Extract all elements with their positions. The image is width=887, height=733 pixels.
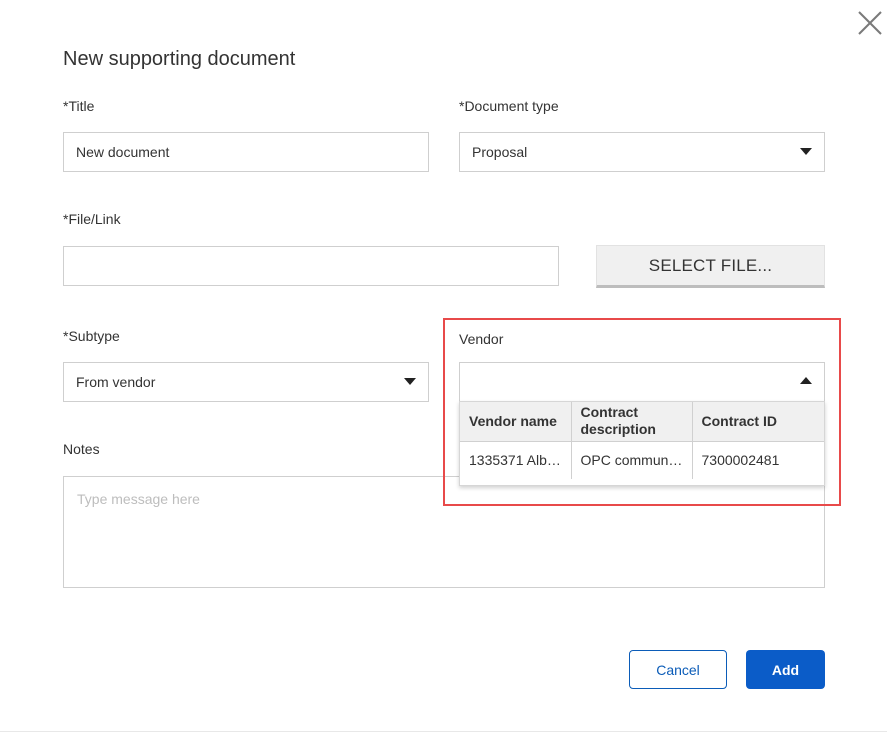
- column-header-contract-description[interactable]: Contract description: [571, 402, 693, 442]
- column-header-contract-id[interactable]: Contract ID: [692, 402, 824, 442]
- caret-down-icon: [800, 148, 812, 155]
- notes-textarea[interactable]: [63, 476, 825, 588]
- title-input[interactable]: [63, 132, 429, 172]
- column-header-vendor-name[interactable]: Vendor name: [460, 402, 572, 442]
- contract-id-cell: 7300002481: [701, 452, 780, 469]
- document-type-value: Proposal: [472, 144, 528, 160]
- subtype-value: From vendor: [76, 374, 156, 390]
- file-link-input[interactable]: [63, 246, 559, 286]
- caret-down-icon: [404, 378, 416, 385]
- notes-label: Notes: [63, 441, 100, 457]
- caret-up-icon: [800, 377, 812, 384]
- close-icon: [858, 11, 882, 35]
- contract-description-cell: OPC communi...: [571, 441, 693, 479]
- subtype-label: *Subtype: [63, 328, 120, 344]
- document-type-label: *Document type: [459, 98, 559, 114]
- file-link-label: *File/Link: [63, 211, 121, 227]
- vendor-option-row[interactable]: 1335371 Albe... OPC communi... 730000248…: [460, 441, 824, 479]
- cancel-button[interactable]: Cancel: [629, 650, 727, 689]
- subtype-select[interactable]: From vendor: [63, 362, 429, 402]
- vendor-label: Vendor: [459, 331, 504, 347]
- vendor-table-header: Vendor name Contract description Contrac…: [460, 402, 824, 442]
- title-label: *Title: [63, 98, 95, 114]
- vendor-dropdown-list: Vendor name Contract description Contrac…: [459, 401, 825, 486]
- document-type-select[interactable]: Proposal: [459, 132, 825, 172]
- vendor-name-cell: 1335371 Albe...: [460, 441, 572, 479]
- vendor-select[interactable]: [459, 362, 825, 402]
- select-file-button[interactable]: SELECT FILE...: [596, 245, 825, 288]
- add-button[interactable]: Add: [746, 650, 825, 689]
- dialog-title: New supporting document: [63, 48, 296, 70]
- vendor-table: Vendor name Contract description Contrac…: [460, 402, 824, 479]
- close-button[interactable]: [852, 8, 886, 40]
- bottom-divider: [0, 731, 887, 732]
